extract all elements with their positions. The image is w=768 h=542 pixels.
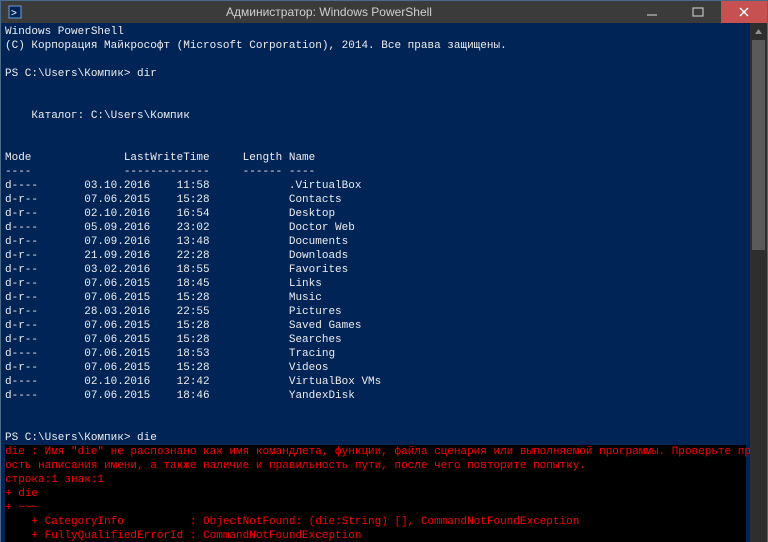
maximize-button[interactable]	[675, 1, 721, 23]
console-line: d-r-- 07.09.2016 13:48 Documents	[5, 235, 746, 249]
close-icon	[738, 6, 750, 18]
console-line: d-r-- 03.02.2016 18:55 Favorites	[5, 263, 746, 277]
console-line	[5, 123, 746, 137]
console-line: d---- 03.10.2016 11:58 .VirtualBox	[5, 179, 746, 193]
console-line	[5, 81, 746, 95]
console-line	[5, 417, 746, 431]
console-line: + FullyQualifiedErrorId : CommandNotFoun…	[5, 529, 746, 542]
system-menu-icon[interactable]: >	[1, 5, 29, 19]
console-line: + CategoryInfo : ObjectNotFound: (die:St…	[5, 515, 746, 529]
console-output[interactable]: Windows PowerShell(C) Корпорация Майкрос…	[1, 23, 750, 542]
console-line: d-r-- 07.06.2015 15:28 Videos	[5, 361, 746, 375]
close-button[interactable]	[721, 1, 767, 23]
vertical-scrollbar[interactable]	[750, 23, 767, 542]
window-title: Администратор: Windows PowerShell	[29, 5, 629, 19]
console-line: ---- ------------- ------ ----	[5, 165, 746, 179]
scroll-thumb[interactable]	[752, 40, 765, 250]
console-area: Windows PowerShell(C) Корпорация Майкрос…	[1, 23, 767, 542]
console-line: d-r-- 07.06.2015 18:45 Links	[5, 277, 746, 291]
console-line: d---- 07.06.2015 18:53 Tracing	[5, 347, 746, 361]
window-buttons	[629, 1, 767, 23]
console-line: PS C:\Users\Компик> dir	[5, 67, 746, 81]
scroll-up-button[interactable]	[750, 23, 767, 40]
console-line	[5, 403, 746, 417]
console-line: d-r-- 02.10.2016 16:54 Desktop	[5, 207, 746, 221]
console-line: d-r-- 07.06.2015 15:28 Contacts	[5, 193, 746, 207]
console-line: d-r-- 21.09.2016 22:28 Downloads	[5, 249, 746, 263]
console-line	[5, 53, 746, 67]
chevron-up-icon	[754, 27, 763, 36]
console-line: d---- 02.10.2016 12:42 VirtualBox VMs	[5, 375, 746, 389]
maximize-icon	[692, 6, 704, 18]
console-line: die : Имя "die" не распознано как имя ко…	[5, 445, 746, 459]
titlebar[interactable]: > Администратор: Windows PowerShell	[1, 1, 767, 23]
console-line	[5, 95, 746, 109]
minimize-button[interactable]	[629, 1, 675, 23]
console-line: d-r-- 07.06.2015 15:28 Saved Games	[5, 319, 746, 333]
console-line: + ~~~	[5, 501, 746, 515]
minimize-icon	[646, 6, 658, 18]
console-line: PS C:\Users\Компик> die	[5, 431, 746, 445]
console-line	[5, 137, 746, 151]
console-line: ость написания имени, а также наличие и …	[5, 459, 746, 473]
console-line: d---- 05.09.2016 23:02 Doctor Web	[5, 221, 746, 235]
console-line: + die	[5, 487, 746, 501]
console-line: d---- 07.06.2015 18:46 YandexDisk	[5, 389, 746, 403]
console-line: Windows PowerShell	[5, 25, 746, 39]
powershell-window: > Администратор: Windows PowerShell Wind…	[0, 0, 768, 542]
console-line: d-r-- 07.06.2015 15:28 Searches	[5, 333, 746, 347]
console-line: строка:1 знак:1	[5, 473, 746, 487]
svg-text:>: >	[11, 8, 17, 19]
scroll-track[interactable]	[750, 40, 767, 542]
console-line: (C) Корпорация Майкрософт (Microsoft Cor…	[5, 39, 746, 53]
console-line: Каталог: C:\Users\Компик	[5, 109, 746, 123]
console-line: Mode LastWriteTime Length Name	[5, 151, 746, 165]
console-line: d-r-- 28.03.2016 22:55 Pictures	[5, 305, 746, 319]
console-line: d-r-- 07.06.2015 15:28 Music	[5, 291, 746, 305]
